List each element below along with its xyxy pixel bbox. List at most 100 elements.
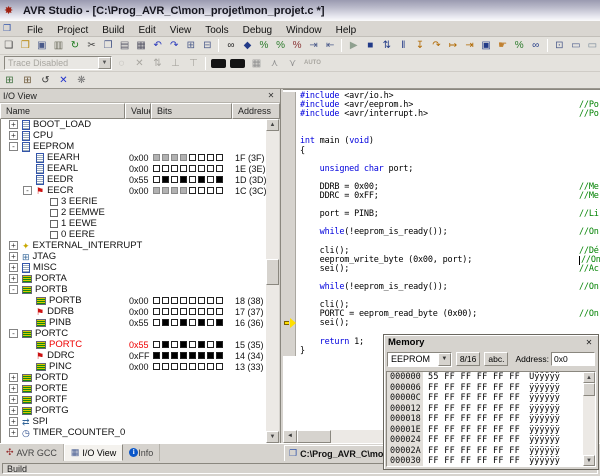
print-icon[interactable]: ▦: [133, 38, 149, 53]
bit-square[interactable]: [207, 308, 214, 315]
bit-square[interactable]: [153, 319, 160, 326]
find-in-files-icon[interactable]: ◆: [240, 38, 256, 53]
indent-icon[interactable]: ⇥: [306, 38, 322, 53]
watch-icon[interactable]: %: [511, 38, 527, 53]
tree-row[interactable]: +PORTD: [1, 372, 267, 383]
menu-file[interactable]: File: [20, 24, 50, 37]
bit-square[interactable]: [162, 341, 169, 348]
trace-stop-icon[interactable]: ⊤: [185, 56, 202, 71]
bit-square[interactable]: [162, 319, 169, 326]
tree-row[interactable]: -PORTC: [1, 328, 267, 339]
bit-square[interactable]: [198, 319, 205, 326]
tree-row[interactable]: -EEPROM: [1, 141, 267, 152]
bit-checkbox[interactable]: [50, 220, 58, 228]
column-bits[interactable]: Bits: [151, 103, 232, 119]
collapse-icon[interactable]: -: [9, 285, 18, 294]
expand-icon[interactable]: +: [9, 395, 18, 404]
bit-square[interactable]: [153, 154, 160, 161]
tree-row[interactable]: EEARH0x001F (3F): [1, 152, 267, 163]
bit-square[interactable]: [171, 341, 178, 348]
bit-square[interactable]: [189, 187, 196, 194]
step-out-icon[interactable]: ↦: [445, 38, 461, 53]
bit-square[interactable]: [153, 352, 160, 359]
tab-avr-gcc[interactable]: ✣AVR GCC: [0, 444, 64, 461]
pause-icon[interactable]: ‖: [396, 38, 412, 53]
document-icon[interactable]: ❐: [3, 23, 16, 34]
find-icon[interactable]: ∞: [223, 38, 239, 53]
tree-row[interactable]: +PORTA: [1, 273, 267, 284]
trace-start-icon[interactable]: ⊥: [167, 56, 184, 71]
menu-debug[interactable]: Debug: [236, 24, 279, 37]
expand-icon[interactable]: +: [9, 384, 18, 393]
device-badge-1-icon[interactable]: [211, 59, 226, 68]
window-new-icon[interactable]: ⊞: [183, 38, 199, 53]
tree-row[interactable]: -PORTB: [1, 284, 267, 295]
bit-square[interactable]: [171, 319, 178, 326]
bit-square[interactable]: [207, 319, 214, 326]
bit-square[interactable]: [162, 352, 169, 359]
step-into-icon[interactable]: ↧: [412, 38, 428, 53]
save-all-icon[interactable]: ▥: [51, 38, 67, 53]
memory-titlebar[interactable]: Memory ✕: [384, 335, 598, 349]
menu-build[interactable]: Build: [95, 24, 131, 37]
chip-icon[interactable]: ▦: [248, 56, 265, 71]
bit-checkbox[interactable]: [50, 198, 58, 206]
reset-icon[interactable]: ⇅: [379, 38, 395, 53]
break-icon[interactable]: ■: [362, 38, 378, 53]
bit-square[interactable]: [216, 165, 223, 172]
tree-row[interactable]: +PORTF: [1, 394, 267, 405]
bit-square[interactable]: [189, 352, 196, 359]
expand-icon[interactable]: +: [9, 120, 18, 129]
trace-open-icon[interactable]: ◌: [113, 56, 130, 71]
bit-square[interactable]: [207, 187, 214, 194]
tree-row[interactable]: 3 EERIE: [1, 196, 267, 207]
bit-square[interactable]: [198, 165, 205, 172]
expand-icon[interactable]: +: [9, 263, 18, 272]
column-name[interactable]: Name: [0, 103, 125, 119]
bit-square[interactable]: [180, 176, 187, 183]
memory-abc-button[interactable]: abc.: [484, 352, 508, 366]
step-over-icon[interactable]: ↷: [429, 38, 445, 53]
quickwatch-icon[interactable]: ∞: [528, 38, 544, 53]
run-icon[interactable]: ▶: [346, 38, 362, 53]
bit-square[interactable]: [198, 297, 205, 304]
bit-square[interactable]: [198, 363, 205, 370]
window-switch-icon[interactable]: ⊟: [200, 38, 216, 53]
scroll-thumb[interactable]: [266, 259, 279, 285]
bit-square[interactable]: [198, 176, 205, 183]
bit-square[interactable]: [207, 154, 214, 161]
bit-checkbox[interactable]: [50, 231, 58, 239]
memory-window-icon[interactable]: ⊡: [552, 38, 568, 53]
hscroll-thumb[interactable]: [297, 430, 331, 443]
refresh-icon[interactable]: ↻: [67, 38, 83, 53]
bit-square[interactable]: [189, 308, 196, 315]
outdent-icon[interactable]: ⇤: [322, 38, 338, 53]
net-high-icon[interactable]: ⋏: [266, 56, 283, 71]
io-register-tree[interactable]: +BOOT_LOAD+CPU-EEPROMEEARH0x001F (3F)EEA…: [0, 119, 267, 443]
expand-icon[interactable]: +: [9, 252, 18, 261]
bit-square[interactable]: [153, 187, 160, 194]
bit-square[interactable]: [216, 363, 223, 370]
bit-square[interactable]: [180, 352, 187, 359]
tab-io-view[interactable]: ▦I/O View: [64, 444, 123, 461]
bit-square[interactable]: [153, 297, 160, 304]
menu-tools[interactable]: Tools: [198, 24, 235, 37]
tree-row[interactable]: +⇄SPI: [1, 416, 267, 427]
open-file-icon[interactable]: ❒: [18, 38, 34, 53]
tree-row[interactable]: ⚑DDRB0x0017 (37): [1, 306, 267, 317]
redo-icon[interactable]: ↷: [166, 38, 182, 53]
disassembler-window-icon[interactable]: ▭: [585, 38, 600, 53]
bit-square[interactable]: [153, 363, 160, 370]
scroll-left-icon[interactable]: ◄: [283, 430, 297, 443]
expand-icon[interactable]: +: [9, 428, 18, 437]
tree-row[interactable]: PINB0x5516 (36): [1, 317, 267, 328]
expand-icon[interactable]: +: [9, 131, 18, 140]
bit-square[interactable]: [153, 341, 160, 348]
tree-row[interactable]: PORTB0x0018 (38): [1, 295, 267, 306]
bit-checkbox[interactable]: [50, 209, 58, 217]
bit-square[interactable]: [180, 319, 187, 326]
cut-icon[interactable]: ✂: [84, 38, 100, 53]
bit-square[interactable]: [198, 154, 205, 161]
bit-square[interactable]: [180, 341, 187, 348]
memory-dropdown-icon[interactable]: ▼: [438, 353, 451, 366]
